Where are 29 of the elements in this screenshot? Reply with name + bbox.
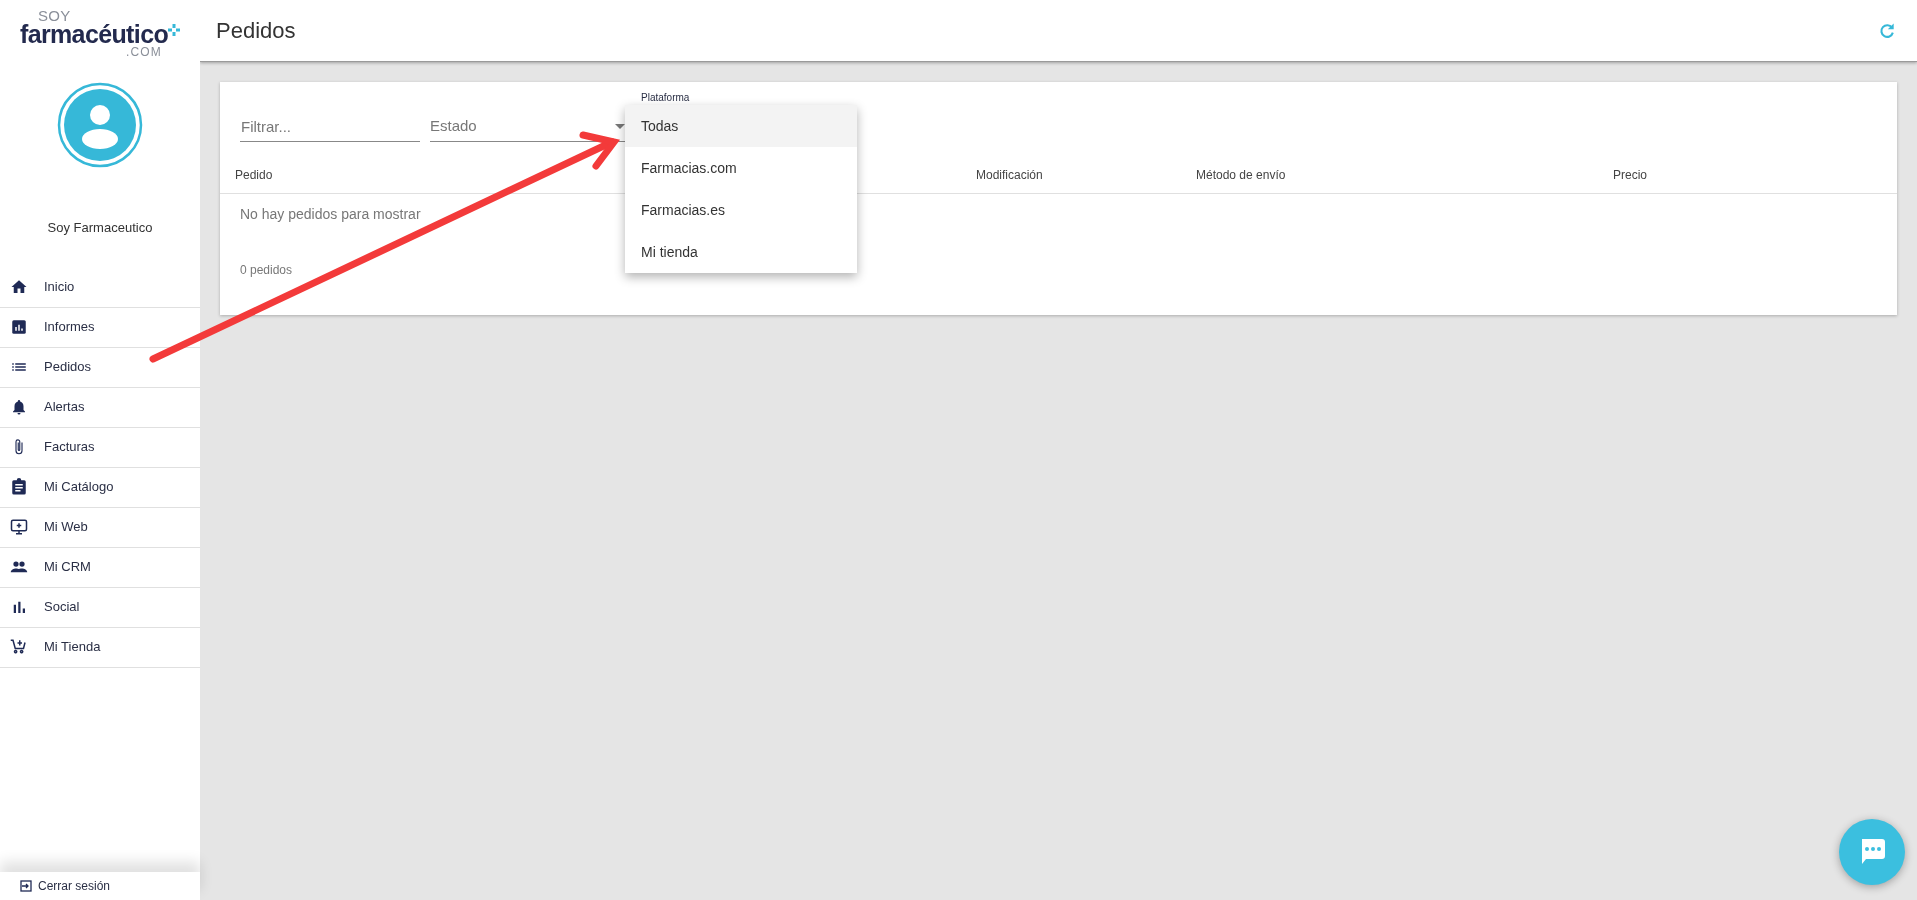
caret-icon <box>615 123 625 130</box>
menu-option[interactable]: Farmacias.com <box>625 147 857 189</box>
cart-icon <box>10 638 28 656</box>
column-header: Método de envío <box>1196 167 1286 184</box>
column-header: Pedido <box>235 167 273 184</box>
column-header: Modificación <box>976 167 1043 184</box>
bell-icon <box>10 398 28 416</box>
order-count: 0 pedidos <box>240 263 293 277</box>
logo-text: SOY <box>37 8 72 22</box>
bar-chart-icon <box>10 318 28 336</box>
empty-message: No hay pedidos para mostrar <box>240 206 421 222</box>
logout-icon <box>20 880 32 892</box>
menu-option[interactable]: Todas <box>625 105 857 147</box>
menu-option[interactable]: Farmacias.es <box>625 189 857 231</box>
menu-option[interactable]: Mi tienda <box>625 231 857 273</box>
column-header: Precio <box>1613 167 1647 184</box>
filter-field[interactable]: Filtrar... <box>240 112 420 142</box>
logo-text: farmacéutico <box>19 21 169 46</box>
logo-text: .COM <box>125 45 163 58</box>
chat-button[interactable] <box>1839 819 1905 885</box>
logo-cross-icon <box>168 23 181 36</box>
avatar-icon <box>57 82 143 168</box>
home-icon <box>10 278 28 296</box>
logout-link[interactable]: Cerrar sesión <box>0 872 200 900</box>
page-title: Pedidos <box>216 17 296 45</box>
monitor-icon <box>10 518 28 536</box>
field-label: Plataforma <box>641 91 690 105</box>
user-name: Soy Farmaceutico <box>47 220 153 235</box>
clipboard-icon <box>10 478 28 496</box>
